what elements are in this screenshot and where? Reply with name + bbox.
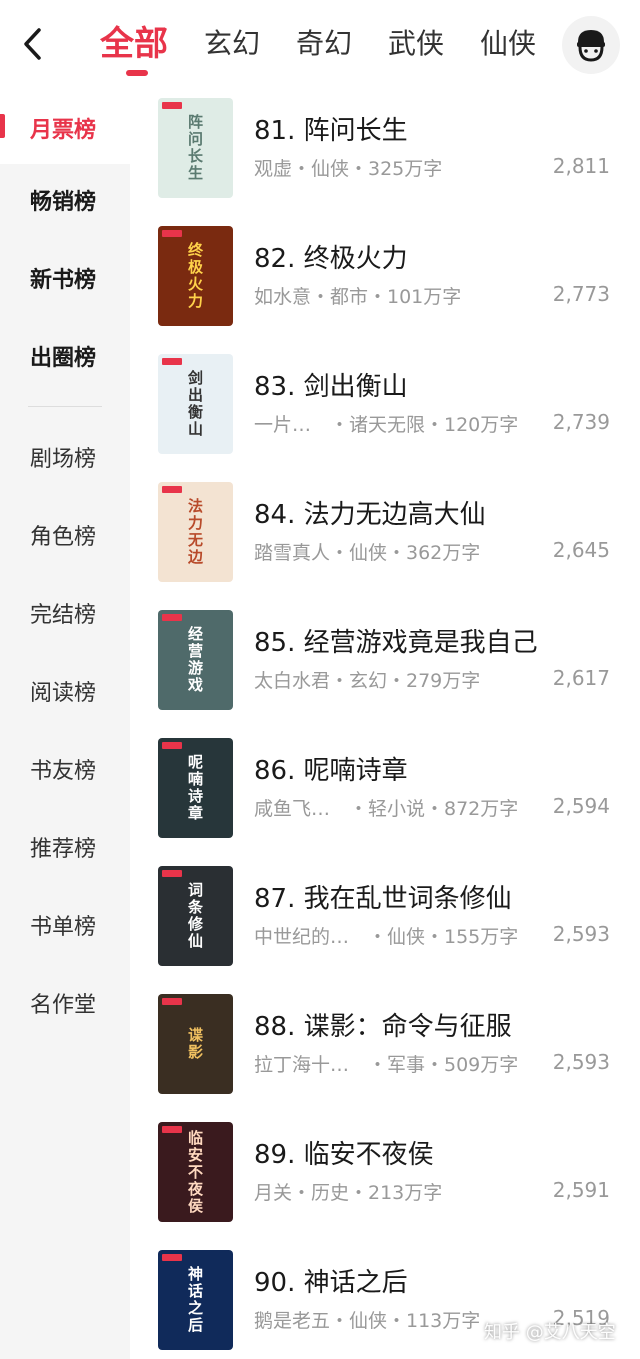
user-avatar-icon — [577, 30, 605, 62]
chevron-left-icon — [24, 28, 41, 60]
publisher-badge — [162, 230, 182, 237]
book-title: 85. 经营游戏竟是我自己 — [254, 628, 538, 658]
tab-xuanhuan[interactable]: 玄幻 — [204, 18, 260, 70]
book-title: 89. 临安不夜侯 — [254, 1140, 434, 1170]
book-title: 86. 呢喃诗章 — [254, 756, 408, 786]
sidebar-item-reading[interactable]: 阅读榜 — [0, 655, 130, 727]
book-cover[interactable]: 神话之后 — [158, 1250, 233, 1350]
publisher-badge — [162, 614, 182, 621]
ticket-count: 2,739 — [552, 410, 610, 434]
sidebar-item-bestseller[interactable]: 畅销榜 — [0, 164, 130, 236]
book-meta: 太白水君・玄幻・279万字 — [254, 670, 481, 692]
list-item[interactable]: 经营游戏 85. 经营游戏竟是我自己 太白水君・玄幻・279万字 2,617 — [130, 604, 640, 732]
ticket-count: 2,594 — [552, 794, 610, 818]
list-item[interactable]: 临安不夜侯 89. 临安不夜侯 月关・历史・213万字 2,591 — [130, 1116, 640, 1244]
book-title: 84. 法力无边高大仙 — [254, 500, 486, 530]
publisher-badge — [162, 870, 182, 877]
book-title: 81. 阵问长生 — [254, 116, 408, 146]
sidebar-item-theater[interactable]: 剧场榜 — [0, 421, 130, 493]
list-item[interactable]: 谍影 88. 谍影：命令与征服 拉丁海十… ・军事・509万字 2,593 — [130, 988, 640, 1116]
sidebar-item-completed[interactable]: 完结榜 — [0, 577, 130, 649]
publisher-badge — [162, 998, 182, 1005]
sidebar-item-breakout[interactable]: 出圈榜 — [0, 320, 130, 392]
sidebar-item-new-books[interactable]: 新书榜 — [0, 242, 130, 314]
book-meta: 一片… ・诸天无限・120万字 — [254, 414, 519, 436]
publisher-badge — [162, 1126, 182, 1133]
cover-title: 终极火力 — [186, 242, 204, 310]
cover-title: 谍影 — [186, 1027, 204, 1061]
book-meta: 观虚・仙侠・325万字 — [254, 158, 443, 180]
publisher-badge — [162, 742, 182, 749]
book-title: 82. 终极火力 — [254, 244, 408, 274]
watermark: 知乎 @艾八天空 — [484, 1322, 616, 1343]
cover-title: 剑出衡山 — [186, 370, 204, 438]
list-item[interactable]: 法力无边 84. 法力无边高大仙 踏雪真人・仙侠・362万字 2,645 — [130, 476, 640, 604]
tab-xianxia[interactable]: 仙侠 — [480, 18, 536, 70]
book-cover[interactable]: 词条修仙 — [158, 866, 233, 966]
ticket-count: 2,811 — [552, 154, 610, 178]
cover-title: 呢喃诗章 — [186, 754, 204, 822]
book-title: 83. 剑出衡山 — [254, 372, 408, 402]
book-cover[interactable]: 呢喃诗章 — [158, 738, 233, 838]
book-meta: 踏雪真人・仙侠・362万字 — [254, 542, 481, 564]
list-item[interactable]: 词条修仙 87. 我在乱世词条修仙 中世纪的… ・仙侠・155万字 2,593 — [130, 860, 640, 988]
book-cover[interactable]: 终极火力 — [158, 226, 233, 326]
category-tabs: 全部 玄幻 奇幻 武侠 仙侠 — [100, 18, 572, 78]
list-item[interactable]: 呢喃诗章 86. 呢喃诗章 咸鱼飞… ・轻小说・872万字 2,594 — [130, 732, 640, 860]
avatar-button[interactable] — [562, 16, 620, 74]
list-item[interactable]: 阵问长生 81. 阵问长生 观虚・仙侠・325万字 2,811 — [130, 92, 640, 220]
list-item[interactable]: 终极火力 82. 终极火力 如水意・都市・101万字 2,773 — [130, 220, 640, 348]
ticket-count: 2,593 — [552, 922, 610, 946]
cover-title: 法力无边 — [186, 498, 204, 566]
sidebar-item-monthly-ticket[interactable]: 月票榜 — [0, 92, 130, 164]
book-cover[interactable]: 剑出衡山 — [158, 354, 233, 454]
sidebar-item-hall-of-fame[interactable]: 名作堂 — [0, 967, 130, 1039]
publisher-badge — [162, 358, 182, 365]
publisher-badge — [162, 1254, 182, 1261]
cover-title: 经营游戏 — [186, 626, 204, 694]
book-ranking-list: 阵问长生 81. 阵问长生 观虚・仙侠・325万字 2,811 终极火力 82.… — [130, 92, 640, 1359]
ticket-count: 2,773 — [552, 282, 610, 306]
list-item[interactable]: 剑出衡山 83. 剑出衡山 一片… ・诸天无限・120万字 2,739 — [130, 348, 640, 476]
ticket-count: 2,617 — [552, 666, 610, 690]
book-cover[interactable]: 经营游戏 — [158, 610, 233, 710]
book-meta: 鹅是老五・仙侠・113万字 — [254, 1310, 481, 1332]
back-button[interactable] — [14, 26, 50, 62]
book-meta: 拉丁海十… ・军事・509万字 — [254, 1054, 519, 1076]
sidebar-item-characters[interactable]: 角色榜 — [0, 499, 130, 571]
book-title: 90. 神话之后 — [254, 1268, 408, 1298]
book-meta: 咸鱼飞… ・轻小说・872万字 — [254, 798, 519, 820]
cover-title: 词条修仙 — [186, 882, 204, 950]
book-title: 87. 我在乱世词条修仙 — [254, 884, 512, 914]
sidebar-item-booklists[interactable]: 书单榜 — [0, 889, 130, 961]
tab-all[interactable]: 全部 — [100, 18, 168, 76]
cover-title: 神话之后 — [186, 1266, 204, 1334]
book-meta: 中世纪的… ・仙侠・155万字 — [254, 926, 519, 948]
top-bar: 全部 玄幻 奇幻 武侠 仙侠 — [0, 0, 640, 92]
ranking-sidebar: 月票榜 畅销榜 新书榜 出圈榜 剧场榜 角色榜 完结榜 阅读榜 书友榜 推荐榜 … — [0, 92, 130, 1359]
cover-title: 临安不夜侯 — [186, 1129, 204, 1215]
cover-title: 阵问长生 — [186, 114, 204, 182]
ticket-count: 2,591 — [552, 1178, 610, 1202]
book-cover[interactable]: 阵问长生 — [158, 98, 233, 198]
book-meta: 月关・历史・213万字 — [254, 1182, 443, 1204]
ticket-count: 2,645 — [552, 538, 610, 562]
book-cover[interactable]: 法力无边 — [158, 482, 233, 582]
publisher-badge — [162, 486, 182, 493]
ticket-count: 2,593 — [552, 1050, 610, 1074]
book-cover[interactable]: 临安不夜侯 — [158, 1122, 233, 1222]
publisher-badge — [162, 102, 182, 109]
sidebar-item-recommended[interactable]: 推荐榜 — [0, 811, 130, 883]
book-title: 88. 谍影：命令与征服 — [254, 1012, 512, 1042]
book-meta: 如水意・都市・101万字 — [254, 286, 462, 308]
sidebar-divider — [28, 406, 102, 407]
tab-qihuan[interactable]: 奇幻 — [296, 18, 352, 70]
tab-wuxia[interactable]: 武侠 — [388, 18, 444, 70]
sidebar-item-book-friends[interactable]: 书友榜 — [0, 733, 130, 805]
book-cover[interactable]: 谍影 — [158, 994, 233, 1094]
